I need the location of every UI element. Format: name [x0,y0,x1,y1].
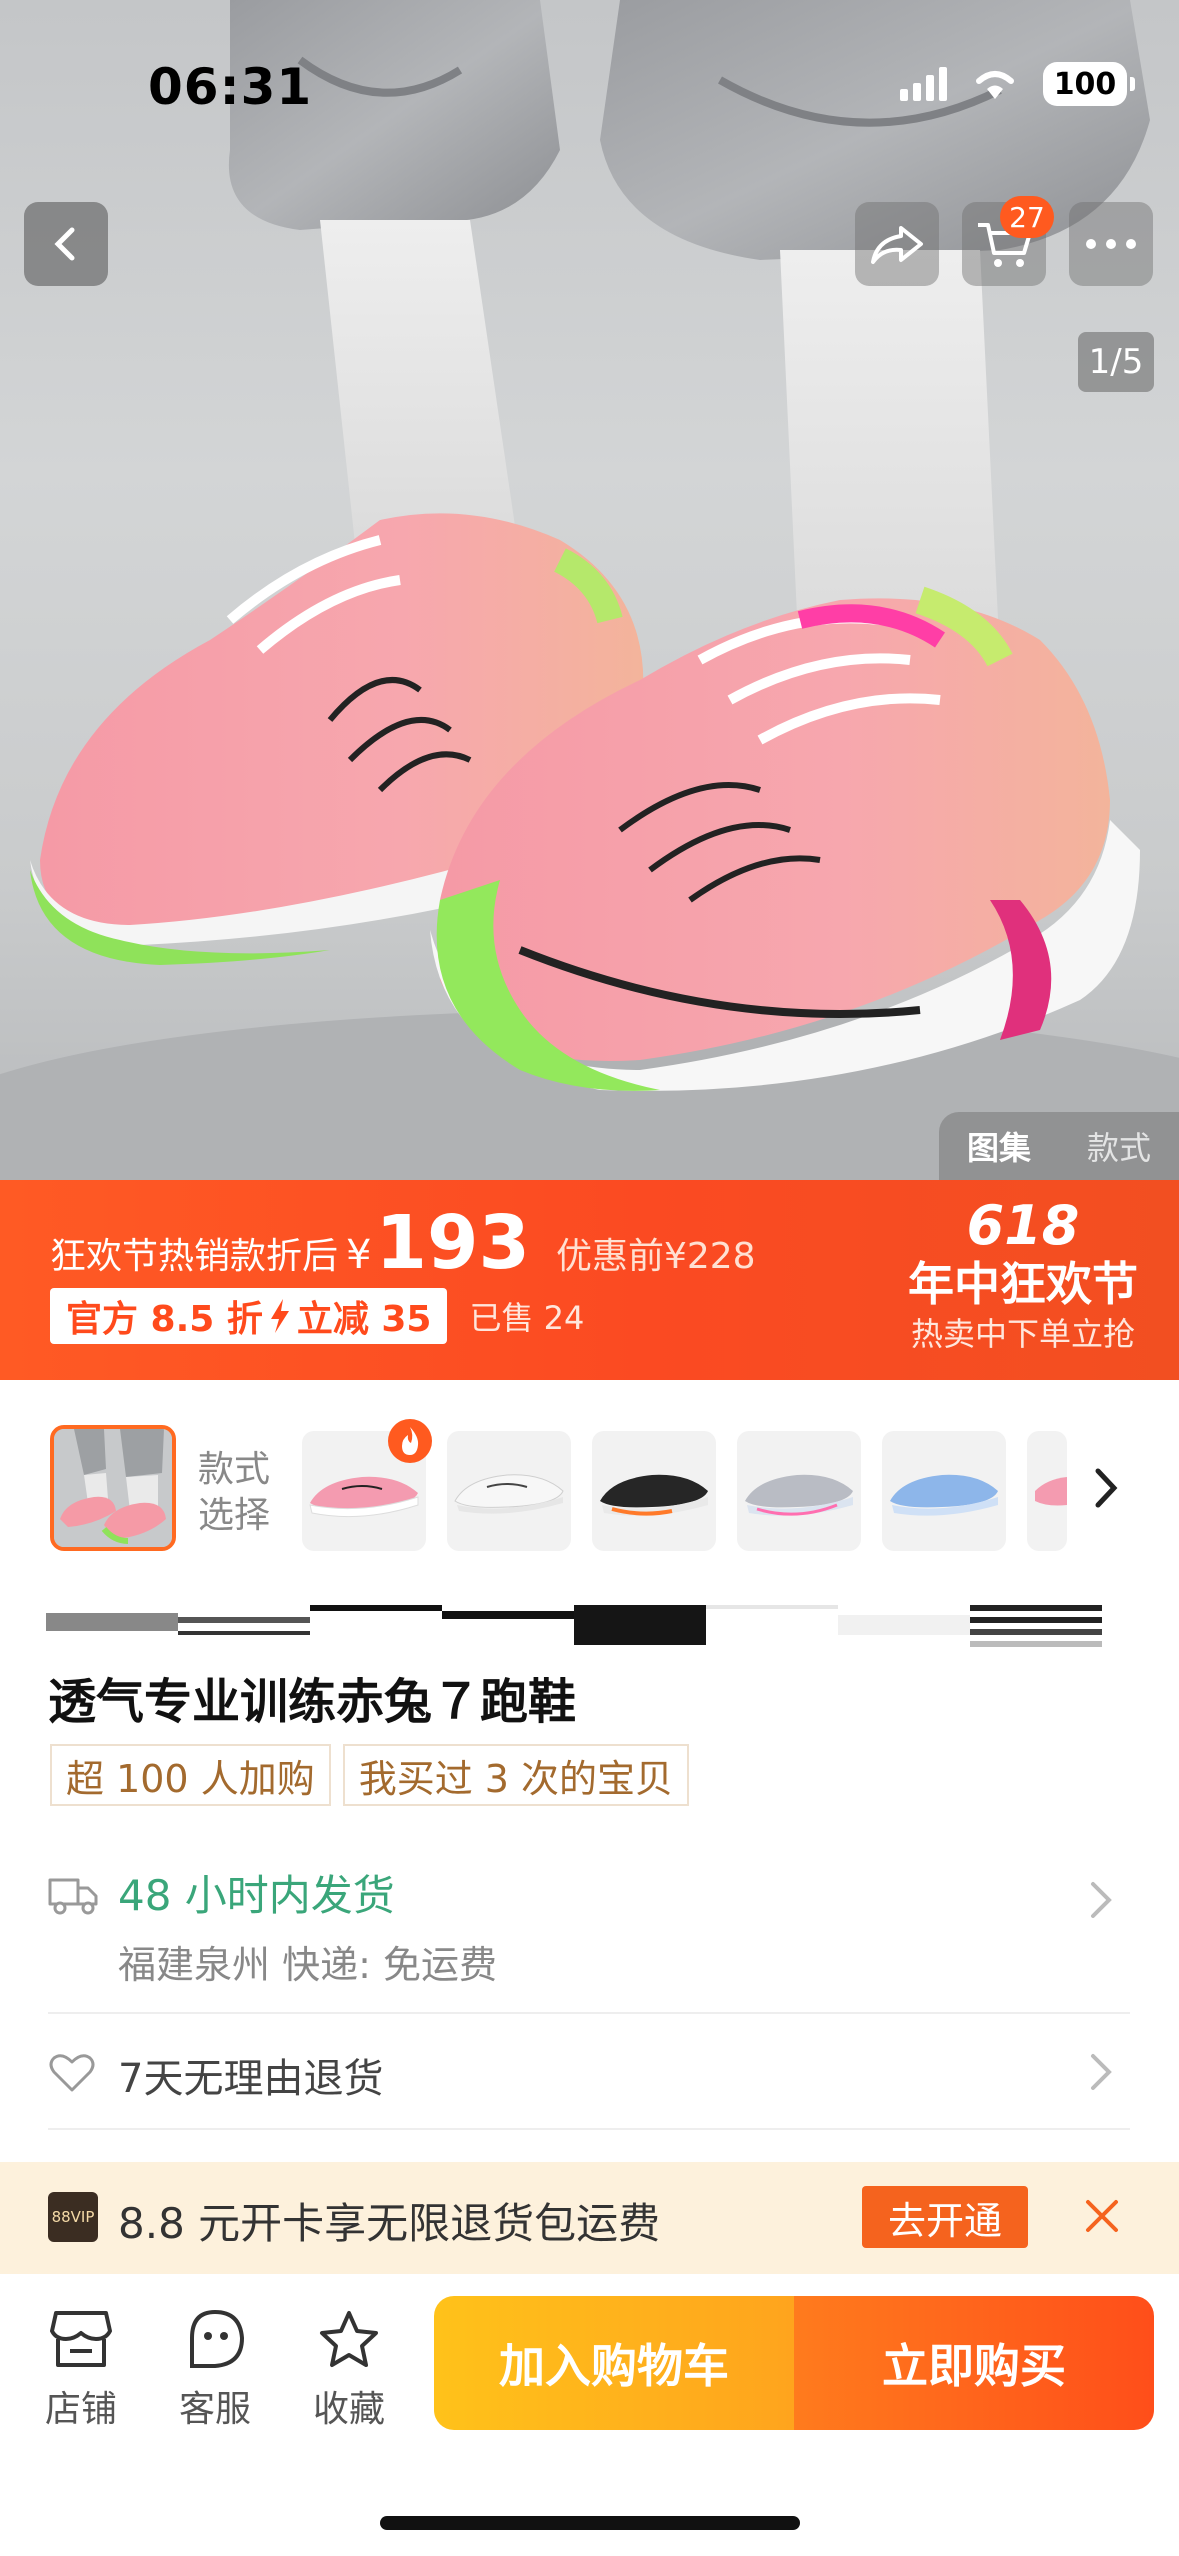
wifi-icon [976,71,1014,99]
cart-count-badge: 27 [1000,196,1054,238]
vip-text: 8.8 元开卡享无限退货包运费 [118,2199,661,2248]
festival-number: 618 [966,1194,1080,1257]
heart-icon [49,2054,95,2092]
share-icon [871,226,923,264]
tab-gallery[interactable]: 图集 [967,1123,1031,1169]
star-icon [320,2311,378,2367]
add-to-cart-button[interactable]: 加入购物车 [434,2296,794,2430]
selected-style-thumbnail[interactable] [50,1425,176,1551]
vip-activate-button[interactable]: 去开通 [862,2186,1028,2248]
store-button[interactable]: 店铺 [26,2304,136,2432]
share-button[interactable] [855,202,939,286]
style-thumbnail-blue[interactable] [882,1431,1006,1551]
back-button[interactable] [24,202,108,286]
fire-icon [402,1427,419,1455]
store-icon [50,2311,112,2367]
store-label: 店铺 [44,2389,117,2430]
image-counter: 1/5 [1078,332,1154,392]
divider [48,2128,1130,2130]
customer-service-button[interactable]: 客服 [160,2304,270,2432]
style-select-label: 款式选择 [198,1449,271,1536]
lightning-icon [270,1299,289,1333]
grey-shoe-image [745,1474,853,1516]
shipping-title: 48 小时内发货 [118,1871,395,1920]
original-price: 优惠前¥228 [555,1236,756,1277]
shipping-row[interactable]: 48 小时内发货 福建泉州 快递: 免运费 [0,1850,1179,2010]
tag-cart-count: 超 100 人加购 [50,1744,331,1806]
status-icons: 100 [900,62,1135,106]
tag-purchase-history[interactable]: 我买过 3 次的宝贝 [342,1744,690,1806]
price-value: 193 [375,1200,530,1286]
price-row: 狂欢节热销款折后 ¥ 193 优惠前¥228 [50,1200,756,1286]
cellular-signal-icon [900,67,947,101]
chevron-right-icon[interactable] [1086,1465,1126,1511]
discount-tag: 官方 8.5 折 立减 35 [50,1288,448,1344]
product-tags: 超 100 人加购 我买过 3 次的宝贝 [50,1744,690,1806]
festival-badge[interactable]: 618 年中狂欢节 热卖中下单立抢 [893,1196,1153,1356]
sold-count: 已售 24 [469,1299,585,1337]
battery-icon: 100 [1043,62,1135,106]
more-dots-icon [1086,239,1136,249]
favorite-button[interactable]: 收藏 [294,2304,404,2432]
promo-label: 狂欢节热销款折后 [50,1236,339,1277]
vip-promo-bar: 88VIP 8.8 元开卡享无限退货包运费 去开通 [0,2162,1179,2274]
currency-symbol: ¥ [346,1232,372,1278]
chevron-right-icon [1091,1882,1112,1918]
style-selector: 款式选择 [0,1419,1179,1555]
festival-title: 年中狂欢节 [908,1257,1138,1311]
partial-shoe-image [1035,1477,1067,1506]
truck-icon [48,1878,98,1915]
price-banner: 狂欢节热销款折后 ¥ 193 优惠前¥228 官方 8.5 折 立减 35 已售… [0,1180,1179,1380]
product-title: 透气专业训练赤兔７跑鞋 [48,1674,577,1730]
shipping-detail: 福建泉州 快递: 免运费 [118,1943,497,1987]
style-thumbnail-grey[interactable] [737,1431,861,1551]
service-label: 客服 [178,2389,251,2430]
black-shoe-image [600,1474,708,1516]
bottom-action-bar: 店铺 客服 收藏 加入购物车 立即购买 [0,2274,1179,2556]
style-thumbnail-partial[interactable] [1027,1431,1067,1551]
home-indicator [380,2516,800,2530]
vip-logo: 88VIP [48,2192,98,2242]
product-image-carousel[interactable]: 06:31 100 27 1/5 图集 款式 [0,0,1179,1180]
image-strip [46,1605,1102,1647]
product-photo [0,0,1179,1180]
returns-text: 7天无理由退货 [118,2056,384,2102]
style-thumbnail-white[interactable] [447,1431,571,1551]
chevron-right-icon [1091,2054,1112,2090]
hot-badge [388,1419,432,1463]
status-time: 06:31 [148,58,313,116]
style-thumbnail-black[interactable] [592,1431,716,1551]
blue-shoe-image [890,1474,998,1516]
chat-face-icon [190,2309,245,2368]
close-icon[interactable] [1082,2196,1122,2236]
white-shoe-image [454,1474,564,1514]
discount-amount: 立减 35 [296,1299,432,1340]
festival-subtitle: 热卖中下单立抢 [910,1315,1135,1353]
tab-styles[interactable]: 款式 [1087,1123,1151,1169]
discount-rate: 官方 8.5 折 [66,1299,263,1340]
buy-now-button[interactable]: 立即购买 [794,2296,1154,2430]
chevron-left-icon [54,227,75,261]
favorite-label: 收藏 [312,2389,385,2430]
gallery-tabs: 图集 款式 [939,1112,1179,1180]
cart-button[interactable]: 27 [962,196,1054,286]
shoe-photo-thumbnail [54,1429,172,1547]
returns-row[interactable]: 7天无理由退货 [0,2016,1179,2128]
divider [48,2012,1130,2014]
discount-row: 官方 8.5 折 立减 35 已售 24 [50,1288,584,1344]
more-button[interactable] [1069,202,1153,286]
